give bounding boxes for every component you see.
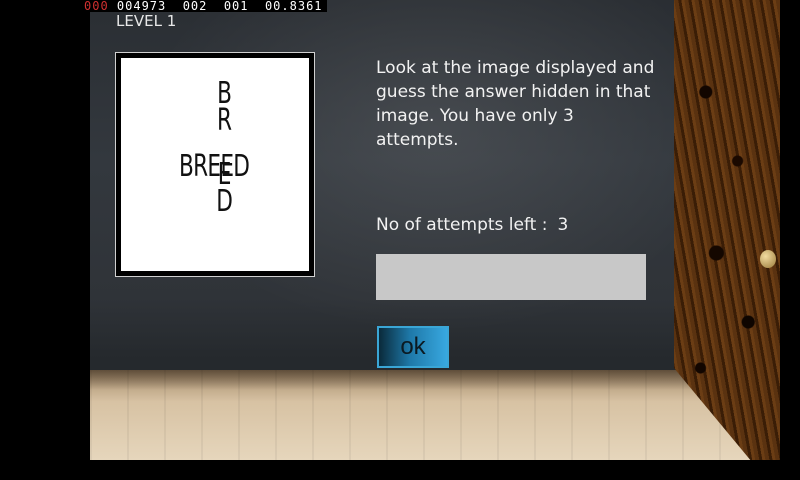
vertical-letter: R <box>217 103 233 138</box>
instructions-text: Look at the image displayed and guess th… <box>376 58 655 150</box>
door-knob <box>760 250 776 268</box>
puzzle-image: B R E E D BREED <box>121 58 309 271</box>
attempts-label: No of attempts left : <box>376 215 548 235</box>
ok-button[interactable]: ok <box>377 326 449 368</box>
puzzle-image-frame: B R E E D BREED <box>115 52 315 277</box>
level-label: LEVEL 1 <box>116 12 177 30</box>
attempts-left: No of attempts left : 3 <box>376 215 568 235</box>
attempts-count: 3 <box>557 215 569 235</box>
vertical-letter: D <box>216 184 233 219</box>
debug-hud: 000 004973 002 001 00.8361 <box>80 0 327 12</box>
horizontal-word: BREED <box>179 149 250 184</box>
answer-input[interactable] <box>376 254 646 300</box>
vertical-word: B R E E D <box>216 79 233 219</box>
floor-shadow <box>90 370 780 390</box>
hud-counter-red: 000 <box>84 0 109 13</box>
